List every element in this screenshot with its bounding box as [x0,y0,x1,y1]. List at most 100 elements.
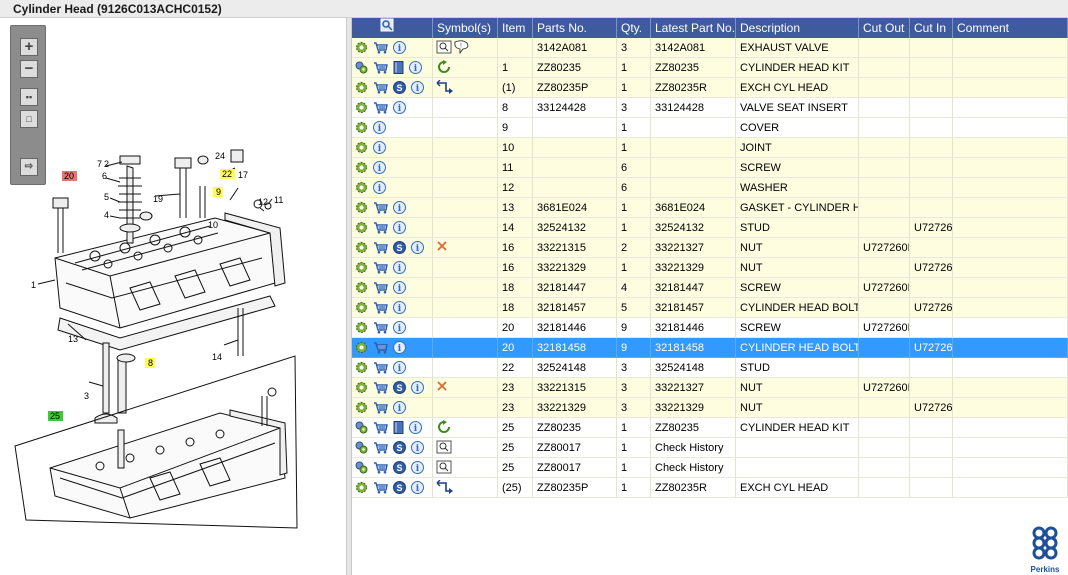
info-icon[interactable]: i [411,440,424,454]
info-icon[interactable]: i [409,60,422,74]
header-latest-part-col[interactable]: Latest Part No. [651,18,736,38]
table-row[interactable]: i 8 33124428 3 33124428 VALVE SEAT INSERT [352,98,1068,118]
info-icon[interactable]: i [411,240,424,254]
history-icon[interactable] [436,460,452,474]
cart-icon[interactable] [373,281,388,294]
zoom-in-icon[interactable]: + [20,38,38,56]
table-row[interactable]: i 10 1 JOINT [352,138,1068,158]
header-cut-out-col[interactable]: Cut Out [859,18,910,38]
info-icon[interactable]: i [393,340,406,354]
table-row[interactable]: i 22 32524148 3 32524148 STUD [352,358,1068,378]
gear-icon[interactable] [355,381,368,394]
service-icon[interactable]: S [393,440,406,454]
cart-icon[interactable] [373,321,388,334]
cart-icon[interactable] [373,341,388,354]
cart-icon[interactable] [373,361,388,374]
gear-icon[interactable] [355,341,368,354]
table-row[interactable]: Si (1) ZZ80235P 1 ZZ80235R EXCH CYL HEAD [352,78,1068,98]
cart-icon[interactable] [373,101,388,114]
info-icon[interactable]: i [373,120,386,134]
table-row[interactable]: i 23 33221329 3 33221329 NUT U72726 [352,398,1068,418]
table-row[interactable]: Si 25 ZZ80017 1 Check History [352,458,1068,478]
cart-icon[interactable] [373,301,388,314]
gear-icon[interactable] [355,141,368,154]
table-row[interactable]: i 18 32181457 5 32181457 CYLINDER HEAD BOLT U7… [352,298,1068,318]
exchange-icon[interactable] [436,79,454,94]
table-row[interactable]: i 9 1 COVER [352,118,1068,138]
cart-icon[interactable] [373,261,388,274]
info-icon[interactable]: i [393,100,406,114]
gear-icon[interactable] [355,181,368,194]
header-comment-col[interactable]: Comment [953,18,1068,38]
info-icon[interactable]: i [393,300,406,314]
superseded-cross-icon[interactable] [436,240,448,252]
gear-icon[interactable] [355,361,368,374]
service-icon[interactable]: S [393,460,406,474]
table-row[interactable]: i 25 ZZ80235 1 ZZ80235 CYLINDER HEAD KIT [352,418,1068,438]
info-icon[interactable]: i [393,260,406,274]
table-row[interactable]: i! 3142A081 3 3142A081 EXHAUST VALVE [352,38,1068,58]
service-icon[interactable]: S [393,240,406,254]
cart-icon[interactable] [373,201,388,214]
cart-icon[interactable] [373,221,388,234]
table-row[interactable]: i 18 32181447 4 32181447 SCREW U727260K [352,278,1068,298]
table-row[interactable]: Si (25) ZZ80235P 1 ZZ80235R EXCH CYL HEAD [352,478,1068,498]
gear-icon[interactable] [355,321,368,334]
exploded-diagram-pane[interactable]: 1234567 10 11 12 13 14 17 19 24 20 22 9 8 25 +… [0,18,346,575]
gear-icon[interactable] [355,101,368,114]
book-icon[interactable] [393,60,404,74]
gears-icon[interactable] [355,421,368,434]
header-symbols-col[interactable]: Symbol(s) [433,18,498,38]
cylinder-head-diagram[interactable]: 1234567 1011121314 171924 20 22 9 8 25 [0,18,346,575]
history-speech-icon[interactable]: ! [436,40,470,55]
info-icon[interactable]: i [393,220,406,234]
info-icon[interactable]: i [393,280,406,294]
service-icon[interactable]: S [393,480,406,494]
service-icon[interactable]: S [393,380,406,394]
info-icon[interactable]: i [393,200,406,214]
table-row[interactable]: Si 16 33221315 2 33221327 NUT U727260K [352,238,1068,258]
info-icon[interactable]: i [409,420,422,434]
header-description-col[interactable]: Description [736,18,859,38]
info-icon[interactable]: i [411,380,424,394]
search-parts-icon[interactable] [380,18,394,32]
refresh-icon[interactable] [436,60,452,74]
header-cut-in-col[interactable]: Cut In [910,18,953,38]
superseded-cross-icon[interactable] [436,380,448,392]
header-qty-col[interactable]: Qty. [617,18,651,38]
info-icon[interactable]: i [411,480,424,494]
gear-icon[interactable] [355,121,368,134]
table-row[interactable]: i 12 6 WASHER [352,178,1068,198]
info-icon[interactable]: i [411,460,424,474]
gear-icon[interactable] [355,281,368,294]
exchange-icon[interactable] [436,479,454,494]
cart-icon[interactable] [373,81,388,94]
history-icon[interactable] [436,440,452,454]
gear-icon[interactable] [355,401,368,414]
book-icon[interactable] [393,420,404,434]
table-row[interactable]: Si 25 ZZ80017 1 Check History [352,438,1068,458]
gears-icon[interactable] [355,461,368,474]
info-icon[interactable]: i [373,160,386,174]
cart-icon[interactable] [373,41,388,54]
info-icon[interactable]: i [393,400,406,414]
gear-icon[interactable] [355,481,368,494]
gear-icon[interactable] [355,81,368,94]
table-row[interactable]: i 20 32181458 9 32181458 CYLINDER HEAD BOLT U7… [352,338,1068,358]
info-icon[interactable]: i [373,140,386,154]
info-icon[interactable]: i [411,80,424,94]
cart-icon[interactable] [373,481,388,494]
table-row[interactable]: i 16 33221329 1 33221329 NUT U72726 [352,258,1068,278]
table-row[interactable]: i 11 6 SCREW [352,158,1068,178]
header-parts-no-col[interactable]: Parts No. [533,18,617,38]
service-icon[interactable]: S [393,80,406,94]
gear-icon[interactable] [355,201,368,214]
info-icon[interactable]: i [393,360,406,374]
info-icon[interactable]: i [393,40,406,54]
cart-icon[interactable] [373,401,388,414]
header-item-col[interactable]: Item [498,18,533,38]
fit-all-icon[interactable]: ▪▪ [20,88,38,106]
table-row[interactable]: Si 23 33221315 3 33221327 NUT U727260K [352,378,1068,398]
gears-icon[interactable] [355,441,368,454]
info-icon[interactable]: i [373,180,386,194]
